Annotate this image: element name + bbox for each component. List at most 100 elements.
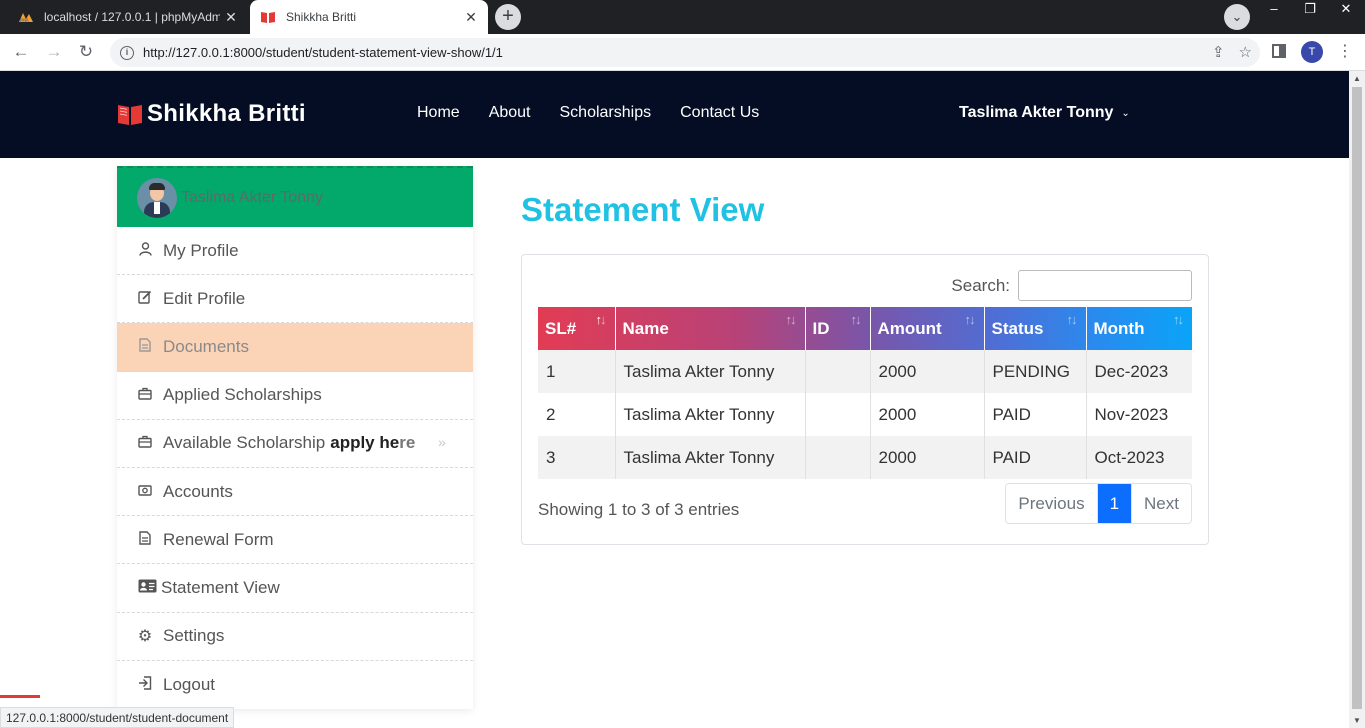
- svg-text:PMA: PMA: [20, 18, 29, 23]
- browser-tab-shikkha-britti[interactable]: Shikkha Britti ✕: [250, 0, 488, 34]
- money-icon: [137, 484, 153, 499]
- page-1-button[interactable]: 1: [1097, 484, 1133, 523]
- sort-icon: ↑↓: [1173, 312, 1184, 327]
- sidebar-item-label: Available Scholarship: [163, 433, 326, 453]
- brand-name: Shikkha Britti: [147, 100, 306, 127]
- sidebar-item-settings[interactable]: ⚙ Settings: [117, 613, 473, 661]
- cell-id: [805, 350, 871, 393]
- cell-id: [805, 436, 871, 479]
- cell-month: Dec-2023: [1094, 361, 1169, 381]
- column-header-id[interactable]: ID ↑↓: [805, 307, 871, 350]
- cell-id: [805, 393, 871, 436]
- sidebar-item-renewal-form[interactable]: Renewal Form: [117, 516, 473, 565]
- reload-icon[interactable]: ↻: [74, 40, 98, 64]
- sidebar: Taslima Akter Tonny My Profile Edit Prof…: [117, 166, 473, 709]
- site-info-icon[interactable]: i: [120, 45, 134, 60]
- sidebar-profile-header: Taslima Akter Tonny: [117, 166, 473, 227]
- cell-sl: 2: [538, 393, 616, 436]
- minimize-icon[interactable]: –: [1256, 0, 1292, 20]
- table-row: 2 Taslima Akter Tonny 2000 PAID Nov-2023: [538, 393, 1192, 436]
- nav-scholarships-link[interactable]: Scholarships: [560, 104, 652, 122]
- sidebar-profile-name: Taslima Akter Tonny: [181, 188, 323, 206]
- share-icon[interactable]: ⇪: [1212, 43, 1225, 61]
- cell-amount: 2000: [870, 436, 985, 479]
- book-icon: [260, 9, 276, 25]
- browser-profile-avatar[interactable]: T: [1301, 41, 1323, 63]
- previous-page-button[interactable]: Previous: [1006, 484, 1098, 523]
- close-tab-icon[interactable]: ✕: [220, 9, 242, 26]
- pagination: Previous 1 Next: [1005, 483, 1192, 524]
- sort-asc-icon: ↑↓: [595, 312, 607, 327]
- avatar: [137, 177, 177, 218]
- column-header-name[interactable]: Name ↑↓: [615, 307, 806, 350]
- forward-icon[interactable]: →: [42, 40, 66, 64]
- table-row: 3 Taslima Akter Tonny 2000 PAID Oct-2023: [538, 436, 1192, 479]
- tab-search-button[interactable]: ⌄: [1224, 4, 1250, 30]
- sort-icon: ↑↓: [850, 312, 862, 327]
- address-bar[interactable]: i http://127.0.0.1:8000/student/student-…: [110, 38, 1260, 67]
- cell-amount: 2000: [870, 350, 985, 393]
- column-header-month[interactable]: Month ↑↓: [1086, 307, 1192, 350]
- sidebar-item-logout[interactable]: Logout: [117, 661, 473, 709]
- cell-sl: 3: [538, 436, 616, 479]
- cell-status: PAID: [984, 436, 1087, 479]
- page-scrollbar[interactable]: ▲ ▼: [1349, 71, 1365, 728]
- browser-tabstrip: PMA localhost / 127.0.0.1 | phpMyAdmin ✕…: [0, 0, 1365, 34]
- sidebar-item-accounts[interactable]: Accounts: [117, 468, 473, 517]
- bookmark-star-icon[interactable]: ☆: [1239, 43, 1252, 61]
- sidebar-item-edit-profile[interactable]: Edit Profile: [117, 275, 473, 324]
- user-dropdown[interactable]: Taslima Akter Tonny ⌄: [959, 104, 1130, 122]
- side-panel-icon[interactable]: [1272, 44, 1286, 58]
- column-header-sl[interactable]: SL# ↑↓: [538, 307, 616, 350]
- sidebar-item-my-profile[interactable]: My Profile: [117, 227, 473, 276]
- user-name: Taslima Akter Tonny: [959, 104, 1114, 121]
- site-header: Shikkha Britti Home About Scholarships C…: [0, 71, 1349, 158]
- document-icon: [137, 531, 153, 548]
- sidebar-item-label: My Profile: [163, 240, 239, 260]
- user-icon: [137, 242, 153, 259]
- browser-tab-phpmyadmin[interactable]: PMA localhost / 127.0.0.1 | phpMyAdmin ✕: [0, 0, 248, 34]
- apply-here-link[interactable]: apply here: [330, 433, 415, 453]
- nav-contact-link[interactable]: Contact Us: [680, 104, 759, 122]
- restore-icon[interactable]: ❐: [1292, 0, 1328, 20]
- scroll-up-icon[interactable]: ▲: [1353, 74, 1361, 83]
- new-tab-button[interactable]: +: [495, 4, 521, 30]
- cell-status: PENDING: [984, 350, 1087, 393]
- close-window-icon[interactable]: ✕: [1328, 0, 1364, 20]
- sort-icon: ↑↓: [964, 312, 976, 327]
- tab-title: Shikkha Britti: [286, 10, 357, 24]
- chevron-down-icon: ⌄: [1121, 107, 1130, 119]
- nav-home-link[interactable]: Home: [417, 104, 460, 122]
- brand-logo[interactable]: Shikkha Britti: [117, 100, 306, 128]
- sidebar-item-label: Edit Profile: [163, 288, 246, 308]
- cell-name: Taslima Akter Tonny: [615, 393, 806, 436]
- sidebar-item-applied-scholarships[interactable]: Applied Scholarships: [117, 372, 473, 420]
- sidebar-item-label: Logout: [163, 674, 215, 694]
- scroll-down-icon[interactable]: ▼: [1353, 716, 1361, 725]
- sidebar-item-available-scholarship[interactable]: Available Scholarship apply here »: [117, 420, 473, 468]
- double-chevron-right-icon: »: [438, 433, 446, 450]
- url-text[interactable]: http://127.0.0.1:8000/student/student-st…: [143, 45, 503, 60]
- sidebar-item-documents[interactable]: Documents: [117, 323, 473, 372]
- browser-menu-icon[interactable]: ⋮: [1337, 42, 1353, 62]
- scrollbar-thumb[interactable]: [1352, 87, 1362, 709]
- close-tab-icon[interactable]: ✕: [460, 9, 482, 26]
- logout-icon: [137, 676, 153, 693]
- cell-name: Taslima Akter Tonny: [615, 350, 806, 393]
- sidebar-item-label: Applied Scholarships: [163, 385, 322, 405]
- cell-name: Taslima Akter Tonny: [615, 436, 806, 479]
- browser-status-bar: 127.0.0.1:8000/student/student-document: [0, 707, 235, 728]
- next-page-button[interactable]: Next: [1132, 484, 1191, 523]
- sidebar-item-label: Settings: [163, 626, 225, 646]
- search-input[interactable]: [1018, 270, 1192, 301]
- sidebar-item-statement-view[interactable]: Statement View: [117, 564, 473, 613]
- phpmyadmin-icon: PMA: [18, 9, 34, 25]
- nav-about-link[interactable]: About: [489, 104, 531, 122]
- column-header-amount[interactable]: Amount ↑↓: [870, 307, 985, 350]
- sidebar-item-label: Statement View: [161, 577, 280, 597]
- cell-month: Oct-2023: [1094, 447, 1165, 467]
- column-header-status[interactable]: Status ↑↓: [984, 307, 1087, 350]
- search-label: Search:: [951, 275, 1010, 295]
- page-title: Statement View: [521, 191, 765, 228]
- back-icon[interactable]: ←: [9, 40, 33, 64]
